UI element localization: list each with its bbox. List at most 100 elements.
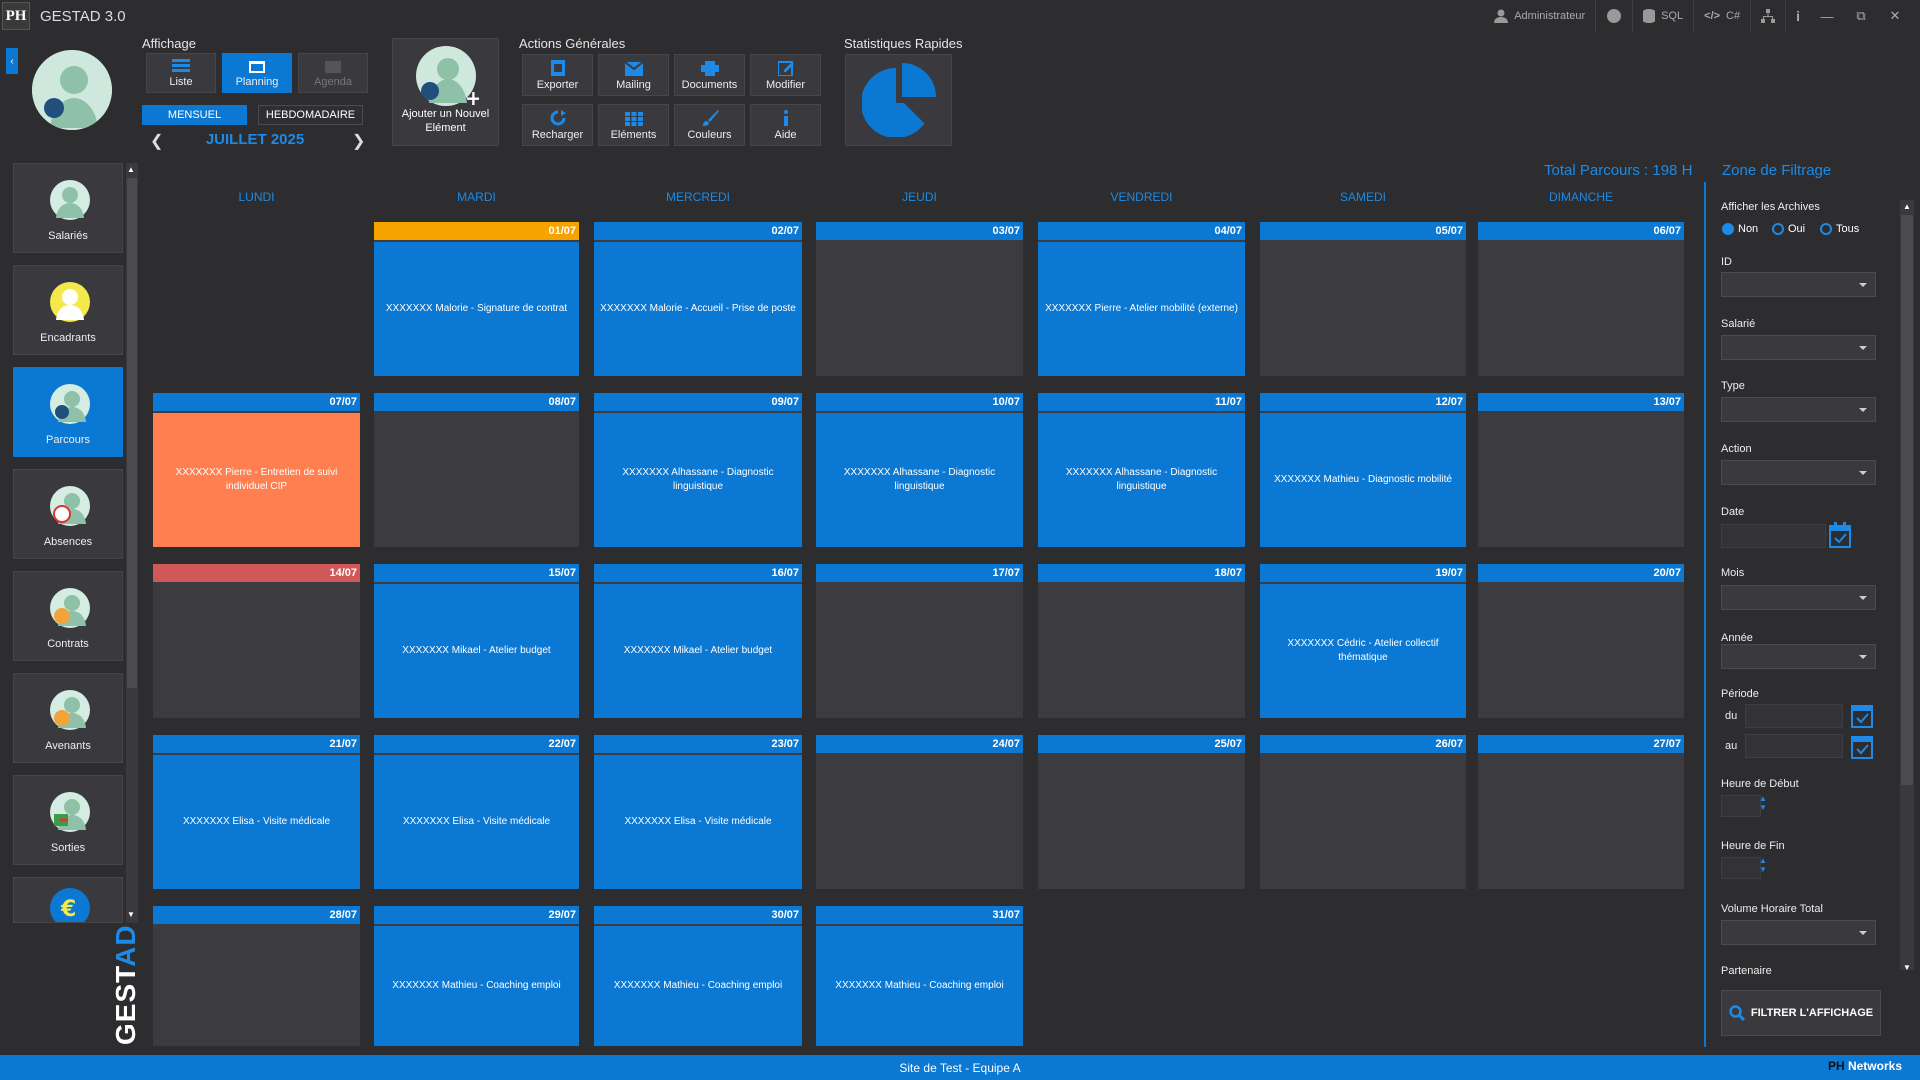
next-month-button[interactable]: ❯ xyxy=(352,131,365,151)
prev-month-button[interactable]: ❮ xyxy=(150,131,163,151)
aide-button[interactable]: Aide xyxy=(750,104,821,146)
sidebar-item-salaries[interactable]: Salariés xyxy=(13,163,123,253)
sidebar-item-sorties[interactable]: Sorties xyxy=(13,775,123,865)
calendar-event[interactable]: XXXXXXX Mathieu - Coaching emploi xyxy=(374,926,579,1046)
modifier-button[interactable]: Modifier xyxy=(750,54,821,96)
palette-button[interactable] xyxy=(1595,0,1632,32)
mode-mensuel-button[interactable]: MENSUEL xyxy=(142,105,247,125)
calendar-event[interactable]: XXXXXXX Mathieu - Diagnostic mobilité xyxy=(1260,413,1466,547)
sidebar-item-parcours[interactable]: Parcours xyxy=(13,367,123,457)
archives-radio-non[interactable]: Non xyxy=(1722,223,1758,235)
calendar-event[interactable]: XXXXXXX Elisa - Visite médicale xyxy=(153,755,360,889)
salarie-combo[interactable] xyxy=(1721,335,1876,360)
filter-scroll-up[interactable]: ▲ xyxy=(1903,202,1911,211)
documents-button[interactable]: Documents xyxy=(674,54,745,96)
calendar-day-cell[interactable]: 18/07 xyxy=(1038,564,1245,718)
sidebar-item-contrats[interactable]: Contrats xyxy=(13,571,123,661)
calendar-day-cell[interactable]: 24/07 xyxy=(816,735,1023,889)
info-button[interactable]: i xyxy=(1785,0,1810,32)
calendar-day-cell[interactable]: 31/07 XXXXXXX Mathieu - Coaching emploi xyxy=(816,906,1023,1046)
sidebar-scroll-up[interactable]: ▲ xyxy=(127,165,135,174)
annee-combo[interactable] xyxy=(1721,644,1876,669)
calendar-day-cell[interactable]: 29/07 XXXXXXX Mathieu - Coaching emploi xyxy=(374,906,579,1046)
mois-combo[interactable] xyxy=(1721,585,1876,610)
sidebar-item-avenants[interactable]: Avenants xyxy=(13,673,123,763)
stats-button[interactable] xyxy=(845,54,952,146)
calendar-day-cell[interactable]: 01/07 XXXXXXX Malorie - Signature de cont… xyxy=(374,222,579,376)
calendar-day-cell[interactable]: 08/07 xyxy=(374,393,579,547)
calendar-event[interactable]: XXXXXXX Mikael - Atelier budget xyxy=(594,584,802,718)
calendar-event[interactable]: XXXXXXX Mikael - Atelier budget xyxy=(374,584,579,718)
calendar-day-cell[interactable]: 13/07 xyxy=(1478,393,1684,547)
calendar-event[interactable]: XXXXXXX Alhassane - Diagnostic linguisti… xyxy=(1038,413,1245,547)
du-calendar-icon[interactable] xyxy=(1851,702,1873,728)
au-calendar-icon[interactable] xyxy=(1851,733,1873,759)
heure-debut-spinner[interactable]: ▲ ▼ xyxy=(1759,794,1767,812)
calendar-event[interactable]: XXXXXXX Mathieu - Coaching emploi xyxy=(594,926,802,1046)
calendar-event[interactable]: XXXXXXX Alhassane - Diagnostic linguisti… xyxy=(816,413,1023,547)
periode-au-input[interactable] xyxy=(1745,734,1843,758)
calendar-day-cell[interactable]: 16/07 XXXXXXX Mikael - Atelier budget xyxy=(594,564,802,718)
calendar-event[interactable]: XXXXXXX Pierre - Entretien de suivi indi… xyxy=(153,413,360,547)
minimize-button[interactable]: — xyxy=(1810,0,1844,32)
heure-fin-spinner[interactable]: ▲ ▼ xyxy=(1759,856,1767,874)
calendar-event[interactable]: XXXXXXX Cédric - Atelier collectif théma… xyxy=(1260,584,1466,718)
calendar-event[interactable]: XXXXXXX Alhassane - Diagnostic linguisti… xyxy=(594,413,802,547)
add-element-button[interactable]: + Ajouter un Nouvel Elément xyxy=(392,38,499,146)
calendar-day-cell[interactable]: 17/07 xyxy=(816,564,1023,718)
user-menu[interactable]: Administrateur xyxy=(1484,0,1595,32)
sidebar-scroll-thumb[interactable] xyxy=(127,178,137,688)
calendar-day-cell[interactable]: 25/07 xyxy=(1038,735,1245,889)
sql-button[interactable]: SQL xyxy=(1632,0,1693,32)
calendar-day-cell[interactable]: 09/07 XXXXXXX Alhassane - Diagnostic ling… xyxy=(594,393,802,547)
couleurs-button[interactable]: Couleurs xyxy=(674,104,745,146)
calendar-day-cell[interactable]: 02/07 XXXXXXX Malorie - Accueil - Prise d… xyxy=(594,222,802,376)
date-input[interactable] xyxy=(1721,524,1826,548)
action-combo[interactable] xyxy=(1721,460,1876,485)
filter-scroll-down[interactable]: ▼ xyxy=(1903,963,1911,972)
collapse-button[interactable]: ‹ xyxy=(6,48,18,74)
calendar-day-cell[interactable]: 15/07 XXXXXXX Mikael - Atelier budget xyxy=(374,564,579,718)
calendar-day-cell[interactable]: 03/07 xyxy=(816,222,1023,376)
archives-radio-oui[interactable]: Oui xyxy=(1772,223,1805,235)
archives-radio-tous[interactable]: Tous xyxy=(1820,223,1859,235)
calendar-day-cell[interactable]: 21/07 XXXXXXX Elisa - Visite médicale xyxy=(153,735,360,889)
volume-combo[interactable] xyxy=(1721,920,1876,945)
calendar-day-cell[interactable]: 27/07 xyxy=(1478,735,1684,889)
network-button[interactable] xyxy=(1750,0,1785,32)
calendar-event[interactable]: XXXXXXX Malorie - Signature de contrat xyxy=(374,242,579,376)
view-liste-button[interactable]: Liste xyxy=(146,53,216,93)
recharger-button[interactable]: Recharger xyxy=(522,104,593,146)
calendar-day-cell[interactable]: 12/07 XXXXXXX Mathieu - Diagnostic mobili… xyxy=(1260,393,1466,547)
calendar-day-cell[interactable]: 14/07 xyxy=(153,564,360,718)
calendar-day-cell[interactable]: 23/07 XXXXXXX Elisa - Visite médicale xyxy=(594,735,802,889)
calendar-day-cell[interactable]: 05/07 xyxy=(1260,222,1466,376)
export-button[interactable]: Exporter xyxy=(522,54,593,96)
id-combo[interactable] xyxy=(1721,272,1876,297)
sidebar-item-absences[interactable]: Absences xyxy=(13,469,123,559)
calendar-day-cell[interactable]: 22/07 XXXXXXX Elisa - Visite médicale xyxy=(374,735,579,889)
calendar-day-cell[interactable]: 28/07 xyxy=(153,906,360,1046)
calendar-day-cell[interactable]: 11/07 XXXXXXX Alhassane - Diagnostic ling… xyxy=(1038,393,1245,547)
sidebar-item-finance[interactable]: € xyxy=(13,877,123,923)
calendar-event[interactable]: XXXXXXX Elisa - Visite médicale xyxy=(594,755,802,889)
heure-fin-input[interactable] xyxy=(1721,857,1761,879)
calendar-event[interactable]: XXXXXXX Malorie - Accueil - Prise de pos… xyxy=(594,242,802,376)
mode-hebdomadaire-button[interactable]: HEBDOMADAIRE xyxy=(258,105,363,125)
sidebar-item-encadrants[interactable]: Encadrants xyxy=(13,265,123,355)
type-combo[interactable] xyxy=(1721,397,1876,422)
close-button[interactable]: ✕ xyxy=(1878,0,1912,32)
calendar-day-cell[interactable]: 19/07 XXXXXXX Cédric - Atelier collectif … xyxy=(1260,564,1466,718)
calendar-day-cell[interactable]: 04/07 XXXXXXX Pierre - Atelier mobilité (… xyxy=(1038,222,1245,376)
mailing-button[interactable]: Mailing xyxy=(598,54,669,96)
filter-scroll-thumb[interactable] xyxy=(1901,215,1913,785)
calendar-day-cell[interactable]: 06/07 xyxy=(1478,222,1684,376)
elements-button[interactable]: Eléments xyxy=(598,104,669,146)
view-agenda-button[interactable]: Agenda xyxy=(298,53,368,93)
calendar-day-cell[interactable]: 26/07 xyxy=(1260,735,1466,889)
calendar-day-cell[interactable]: 10/07 XXXXXXX Alhassane - Diagnostic ling… xyxy=(816,393,1023,547)
view-planning-button[interactable]: Planning xyxy=(222,53,292,93)
periode-du-input[interactable] xyxy=(1745,704,1843,728)
filter-button[interactable]: FILTRER L'AFFICHAGE xyxy=(1721,990,1881,1036)
code-button[interactable]: </> C# xyxy=(1693,0,1750,32)
